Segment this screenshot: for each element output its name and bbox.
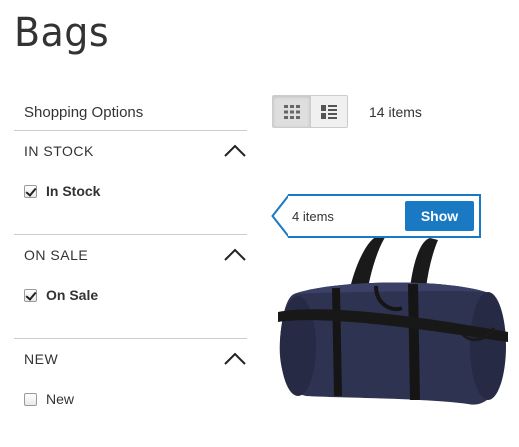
in-stock-checkbox[interactable] xyxy=(24,184,37,198)
duffel-bag-image[interactable] xyxy=(272,236,512,411)
option-label: In Stock xyxy=(46,183,101,199)
filter-on-sale: ON SALE On Sale xyxy=(14,234,247,338)
list-icon xyxy=(321,104,337,119)
option-label: On Sale xyxy=(46,287,99,303)
filter-title: ON SALE xyxy=(24,247,89,263)
chevron-up-icon[interactable] xyxy=(223,143,247,159)
grid-icon xyxy=(283,104,300,119)
filter-new: NEW New xyxy=(14,338,247,438)
filter-in-stock: IN STOCK In Stock xyxy=(14,130,247,234)
filter-title: NEW xyxy=(24,351,59,367)
in-stock-option[interactable]: In Stock xyxy=(24,183,100,199)
on-sale-option[interactable]: On Sale xyxy=(24,287,98,303)
chevron-up-icon[interactable] xyxy=(223,351,247,367)
new-option[interactable]: New xyxy=(24,391,74,407)
filter-on-sale-header[interactable]: ON SALE xyxy=(14,235,247,273)
toolbar-item-count: 14 items xyxy=(369,103,422,120)
new-checkbox[interactable] xyxy=(24,392,37,406)
tooltip-item-count: 4 items xyxy=(292,209,334,224)
sidebar-title: Shopping Options xyxy=(24,104,144,121)
chevron-up-icon[interactable] xyxy=(223,247,247,263)
filter-new-header[interactable]: NEW xyxy=(14,339,247,377)
on-sale-checkbox[interactable] xyxy=(24,288,37,302)
list-view-button[interactable] xyxy=(310,96,347,127)
page-title: Bags xyxy=(14,10,110,56)
filter-in-stock-header[interactable]: IN STOCK xyxy=(14,131,247,169)
grid-view-button[interactable] xyxy=(273,96,310,127)
option-label: New xyxy=(46,391,75,407)
filter-sidebar: Shopping Options IN STOCK In Stock ON SA… xyxy=(14,96,247,438)
filter-result-tooltip: 4 items Show xyxy=(288,194,481,238)
filter-title: IN STOCK xyxy=(24,143,94,159)
view-mode-switch xyxy=(272,95,348,128)
products-toolbar: 14 items xyxy=(272,95,422,128)
show-button[interactable]: Show xyxy=(405,201,474,231)
